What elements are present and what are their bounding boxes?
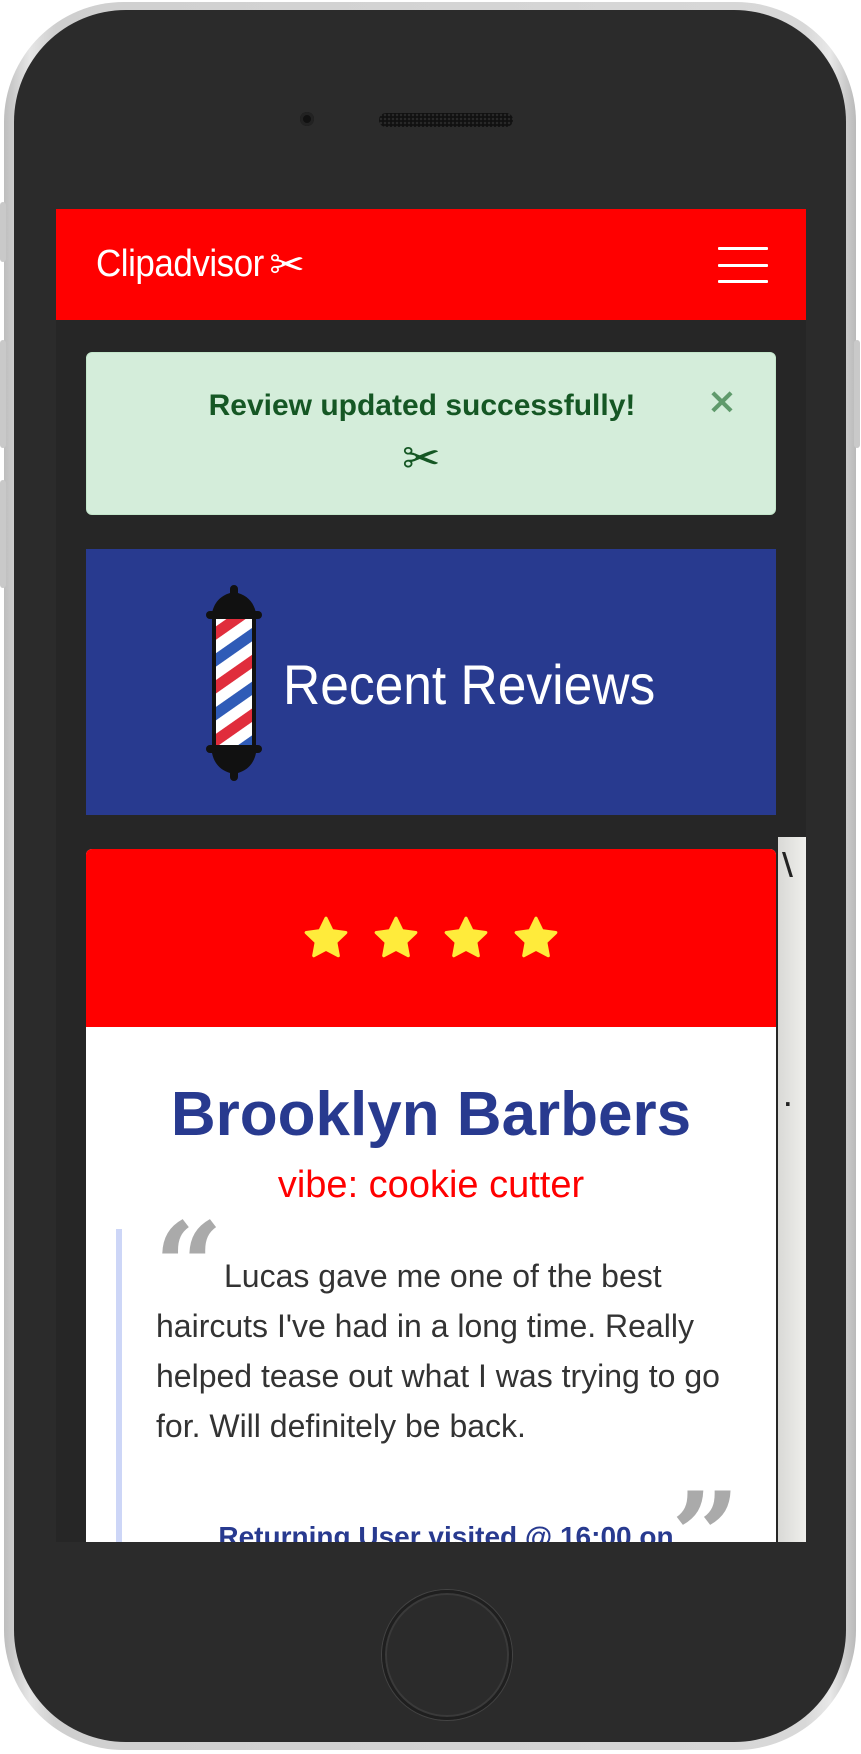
scissors-icon: ✂ (402, 431, 441, 485)
background-photo-edge: \ . (778, 837, 806, 1542)
power-button (854, 340, 860, 448)
star-icon (374, 916, 418, 958)
star-icon (514, 916, 558, 958)
recent-reviews-banner: Recent Reviews (86, 549, 776, 815)
brand-link[interactable]: Clipadvisor ✂ (96, 240, 306, 289)
barber-pole-icon (206, 585, 262, 781)
review-text: Lucas gave me one of the best haircuts I… (156, 1251, 736, 1451)
review-meta: Returning User visited @ 16:00 on (218, 1521, 674, 1542)
volume-up-button (0, 340, 6, 448)
banner-title: Recent Reviews (283, 653, 656, 716)
earpiece-speaker (379, 113, 513, 127)
brand-name: Clipadvisor (96, 243, 264, 285)
home-button[interactable] (382, 1590, 512, 1720)
hamburger-menu-icon[interactable] (718, 247, 768, 283)
star-icon (444, 916, 488, 958)
alert-message: Review updated successfully! (208, 389, 636, 422)
screen: \ . Clipadvisor ✂ Review updated success… (56, 209, 806, 1542)
scissors-icon: ✂ (269, 240, 306, 289)
blockquote-border (116, 1229, 122, 1542)
mute-switch (0, 202, 6, 262)
success-alert: Review updated successfully! ✂ × (86, 352, 776, 515)
rating-header (86, 849, 776, 1027)
star-icon (304, 916, 348, 958)
volume-down-button (0, 480, 6, 588)
front-camera (300, 112, 314, 126)
navbar: Clipadvisor ✂ (56, 209, 806, 320)
close-icon[interactable]: × (707, 381, 737, 422)
review-body: Lucas gave me one of the best haircuts I… (156, 1258, 720, 1444)
shop-name[interactable]: Brooklyn Barbers (86, 1079, 776, 1150)
review-card: Brooklyn Barbers vibe: cookie cutter “ L… (86, 849, 776, 1542)
